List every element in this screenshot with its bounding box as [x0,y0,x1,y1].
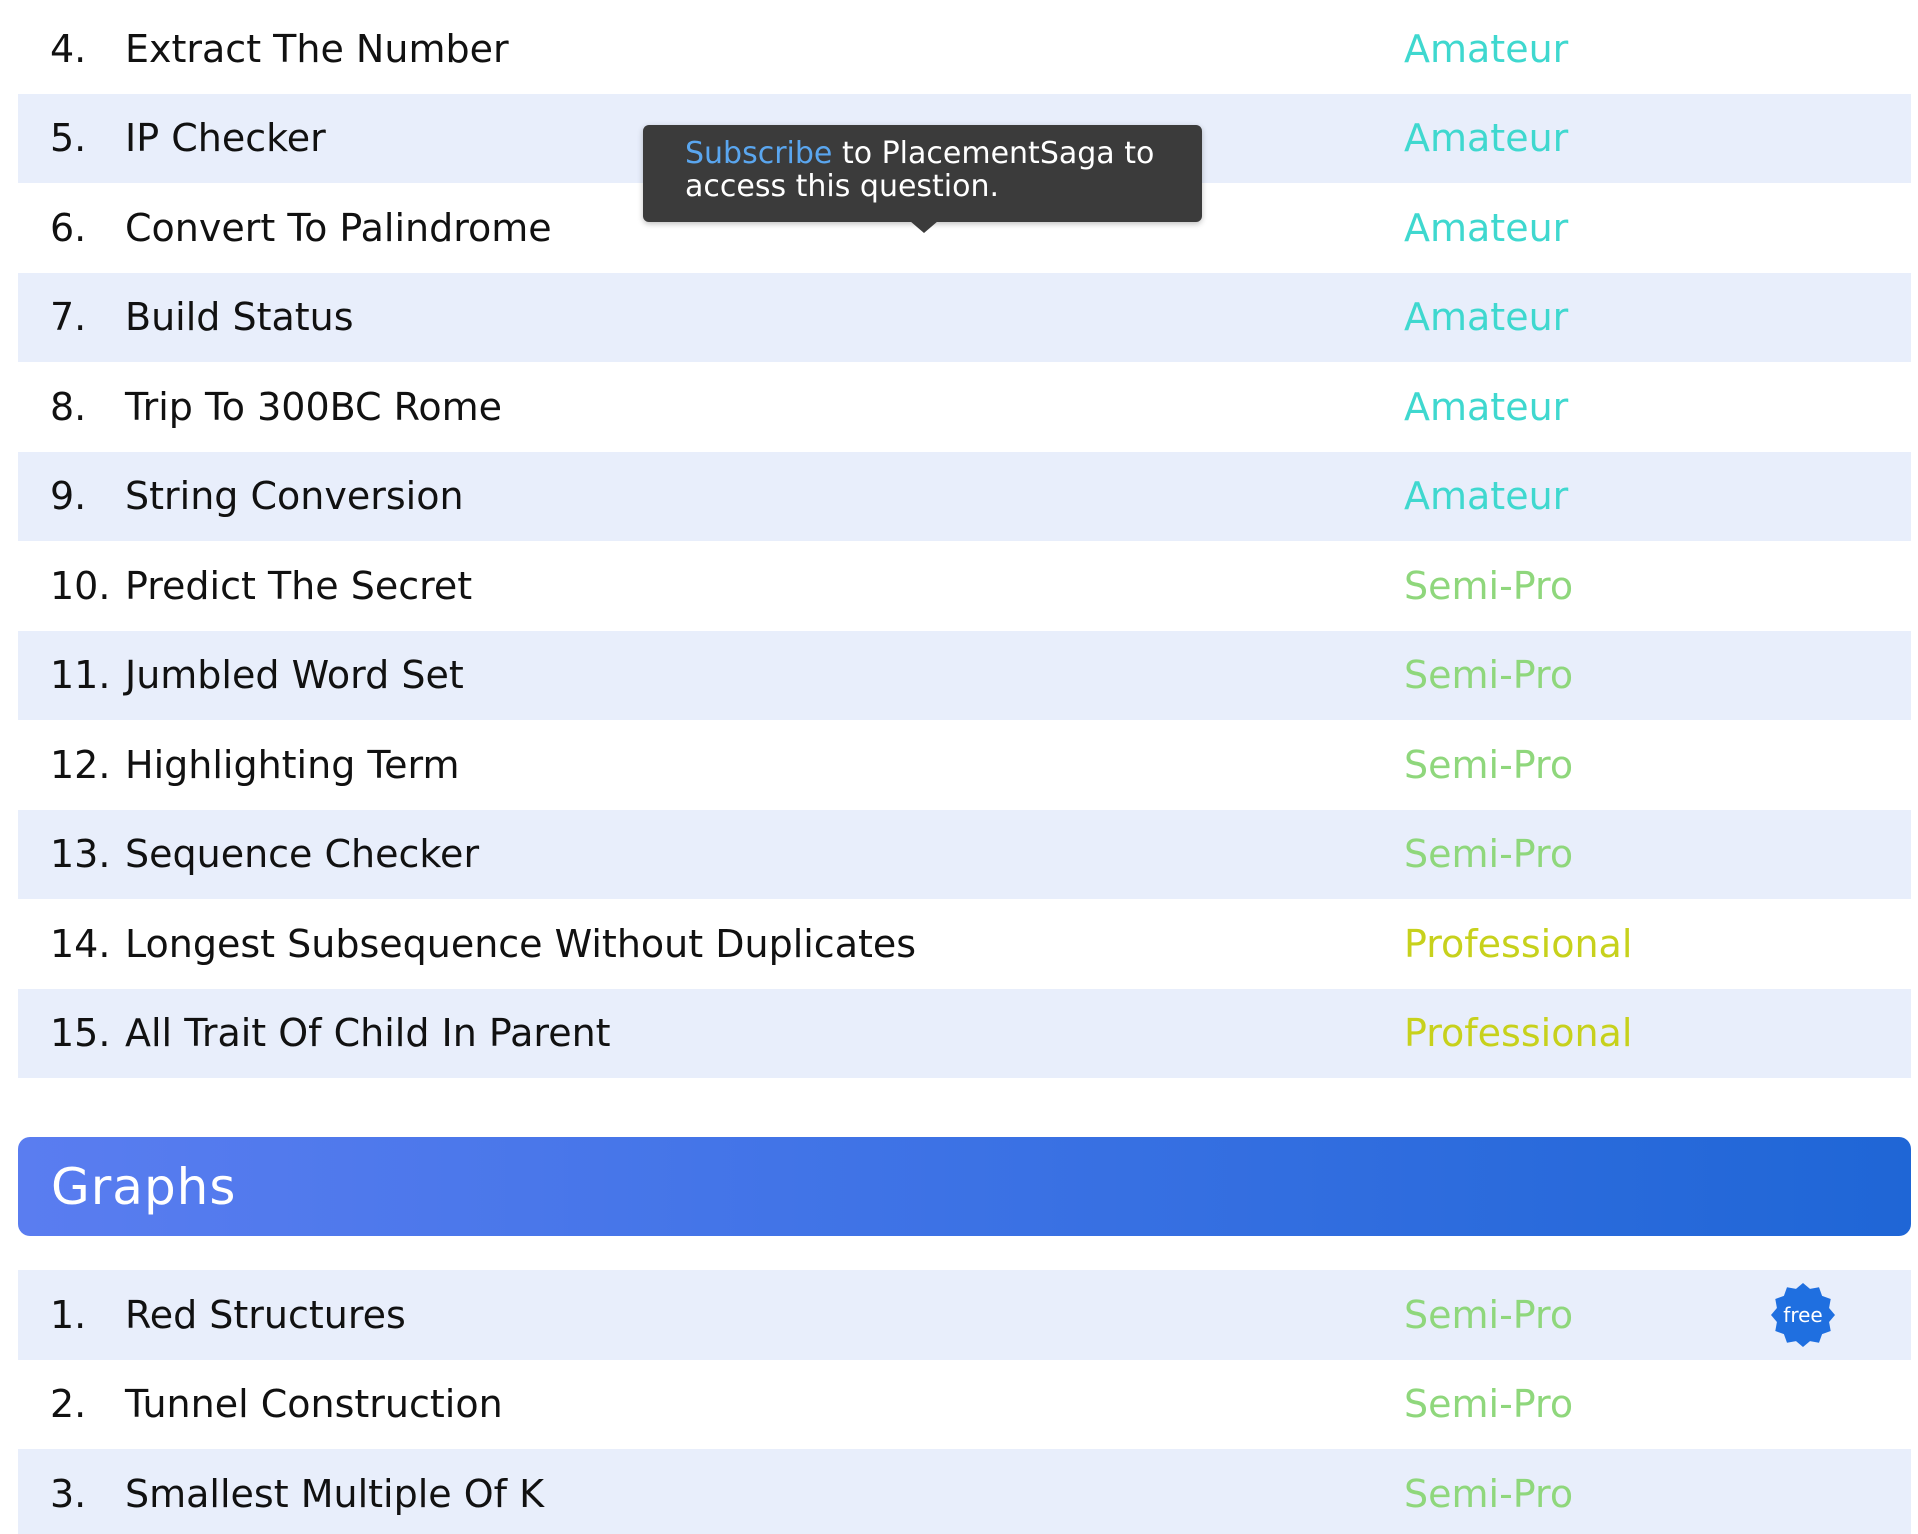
problem-number: 12. [50,742,111,787]
difficulty-label: Semi-Pro [1404,653,1574,698]
problem-row[interactable]: 14. Longest Subsequence Without Duplicate… [18,899,1911,989]
problem-row[interactable]: 8. Trip To 300BC Rome Amateur [18,362,1911,452]
difficulty-label: Semi-Pro [1404,1382,1574,1427]
problem-title-link[interactable]: String Conversion [125,452,464,542]
free-badge-icon: free [1770,1282,1836,1348]
difficulty-label: Amateur [1404,295,1569,340]
problem-number: 10. [50,563,111,608]
difficulty-label: Amateur [1404,205,1569,250]
difficulty-label: Amateur [1404,116,1569,161]
tooltip-arrow [910,221,938,233]
difficulty-label: Amateur [1404,474,1569,519]
problem-title-link[interactable]: All Trait Of Child In Parent [125,989,611,1079]
problem-number: 8. [50,384,87,429]
problem-row[interactable]: 3. Smallest Multiple Of K Semi-Pro [18,1449,1911,1534]
subscribe-link[interactable]: Subscribe [685,136,832,171]
difficulty-label: Semi-Pro [1404,742,1574,787]
problem-list-graphs: 1. Red Structures Semi-Pro free 2. Tunnel Con… [18,1270,1911,1534]
subscribe-tooltip: Subscribe to PlacementSaga to access thi… [643,125,1202,222]
problem-title-link[interactable]: Extract The Number [125,4,509,94]
problem-number: 6. [50,205,87,250]
difficulty-label: Professional [1404,921,1633,966]
badge-text: free [1783,1303,1822,1327]
problem-title-link[interactable]: Convert To Palindrome [125,183,552,273]
section-header-graphs[interactable]: Graphs [18,1137,1911,1236]
section-title: Graphs [51,1157,237,1216]
tooltip-text-line1: to PlacementSaga to [832,136,1155,171]
difficulty-label: Professional [1404,1011,1633,1056]
difficulty-label: Semi-Pro [1404,832,1574,877]
difficulty-label: Semi-Pro [1404,563,1574,608]
tooltip-text-line2: access this question. [685,169,1000,204]
problem-number: 14. [50,921,111,966]
problem-title-link[interactable]: Tunnel Construction [125,1360,503,1450]
problem-row[interactable]: 11. Jumbled Word Set Semi-Pro [18,630,1911,721]
problem-number: 3. [50,1471,87,1516]
problem-number: 13. [50,832,111,877]
problem-title-link[interactable]: Trip To 300BC Rome [125,362,502,452]
problem-number: 2. [50,1382,87,1427]
problem-number: 15. [50,1011,111,1056]
problem-title-link[interactable]: Red Structures [125,1270,406,1360]
problem-number: 1. [50,1292,87,1337]
problem-number: 5. [50,116,87,161]
difficulty-label: Semi-Pro [1404,1292,1574,1337]
difficulty-label: Semi-Pro [1404,1471,1574,1516]
problem-title-link[interactable]: Jumbled Word Set [125,631,464,721]
problem-row[interactable]: 1. Red Structures Semi-Pro free [18,1270,1911,1360]
problem-row[interactable]: 10. Predict The Secret Semi-Pro [18,541,1911,631]
problem-title-link[interactable]: Build Status [125,273,354,363]
problem-number: 11. [50,653,111,698]
problem-title-link[interactable]: IP Checker [125,94,326,184]
problem-title-link[interactable]: Longest Subsequence Without Duplicates [125,899,916,989]
difficulty-label: Amateur [1404,384,1569,429]
problem-row[interactable]: 7. Build Status Amateur [18,272,1911,363]
problem-row[interactable]: 9. String Conversion Amateur [18,451,1911,542]
page: 4. Extract The Number Amateur 5. IP Checker A… [0,0,1918,1534]
problem-row[interactable]: 4. Extract The Number Amateur [18,4,1911,94]
problem-number: 4. [50,26,87,71]
problem-number: 9. [50,474,87,519]
problem-row[interactable]: 12. Highlighting Term Semi-Pro [18,720,1911,810]
problem-title-link[interactable]: Sequence Checker [125,810,479,900]
problem-row[interactable]: 2. Tunnel Construction Semi-Pro [18,1360,1911,1450]
problem-title-link[interactable]: Highlighting Term [125,720,460,810]
problem-row[interactable]: 15. All Trait Of Child In Parent Professio… [18,988,1911,1079]
problem-number: 7. [50,295,87,340]
problem-row[interactable]: 13. Sequence Checker Semi-Pro [18,809,1911,900]
difficulty-label: Amateur [1404,26,1569,71]
problem-title-link[interactable]: Smallest Multiple Of K [125,1449,544,1534]
problem-title-link[interactable]: Predict The Secret [125,541,472,631]
